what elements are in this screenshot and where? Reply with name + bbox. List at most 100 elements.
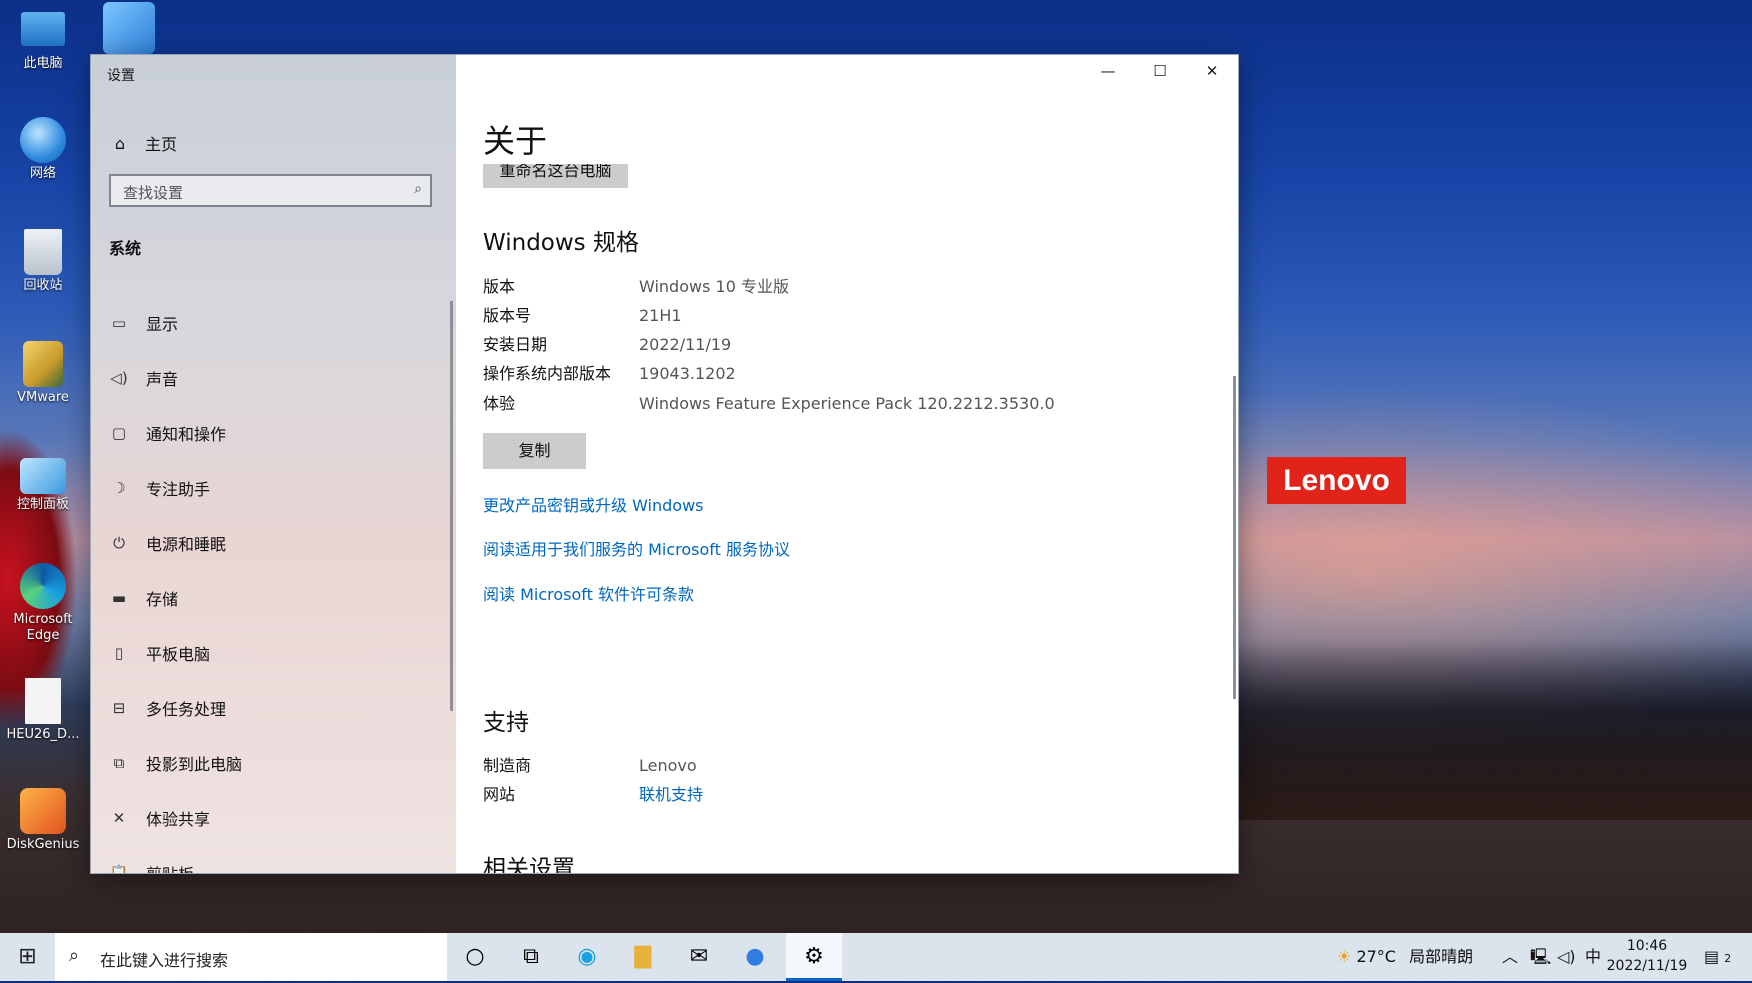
desktop-icon-vmware[interactable]: VMware xyxy=(0,341,86,406)
window-controls: — ☐ ✕ xyxy=(1082,55,1238,87)
project-icon: ⧉ xyxy=(113,753,125,772)
storage-icon: ▬ xyxy=(111,588,127,607)
search-icon: ⌕ xyxy=(69,945,80,966)
sidebar-home[interactable]: ⌂ 主页 xyxy=(109,127,177,159)
lenovo-logo: Lenovo xyxy=(1267,457,1406,504)
weather-temp: 27°C xyxy=(1356,947,1396,966)
sidebar-item-clipboard[interactable]: 📋剪贴板 xyxy=(91,845,456,874)
page-title: 关于 xyxy=(483,122,548,160)
mail-icon: ✉ xyxy=(689,944,709,969)
folder-icon: ▇ xyxy=(634,944,652,969)
support-title: 支持 xyxy=(483,710,529,736)
notification-icon: ▢ xyxy=(111,423,127,442)
service-agreement-link[interactable]: 阅读适用于我们服务的 Microsoft 服务协议 xyxy=(483,536,790,560)
start-button[interactable]: ⊞ xyxy=(0,933,55,981)
minimize-button[interactable]: — xyxy=(1082,55,1134,87)
desktop-icon-heu-file[interactable]: HEU26_D... xyxy=(0,678,86,743)
search-placeholder: 查找设置 xyxy=(123,184,184,202)
sidebar-item-focus-assist[interactable]: ☽ 专注助手 xyxy=(91,460,456,515)
sidebar-item-notifications[interactable]: ▢ 通知和操作 xyxy=(91,405,456,460)
spec-row-version: 版本号 21H1 xyxy=(483,306,682,325)
weather-sun-cloud-icon: ☀ xyxy=(1337,947,1352,966)
sidebar-home-label: 主页 xyxy=(145,135,178,154)
sidebar-item-shared-experiences[interactable]: ✕ 体验共享 xyxy=(91,790,456,845)
edge-icon: ◉ xyxy=(577,944,597,969)
weather-widget[interactable]: ☀ 27°C 局部晴朗 xyxy=(1337,933,1473,981)
task-view-icon: ⧉ xyxy=(523,944,539,969)
taskbar-edge[interactable]: ◉ xyxy=(559,933,615,981)
sidebar-item-storage[interactable]: ▬ 存储 xyxy=(91,570,456,625)
multitask-icon: ⊟ xyxy=(112,698,126,717)
gear-icon: ⚙ xyxy=(804,944,824,969)
power-icon: ⏻ xyxy=(113,533,125,552)
taskbar-settings[interactable]: ⚙ xyxy=(786,933,842,981)
sidebar-item-project[interactable]: ⧉ 投影到此电脑 xyxy=(91,735,456,790)
notification-count: 2 xyxy=(1724,952,1732,965)
home-icon: ⌂ xyxy=(114,133,126,153)
main-scrollbar[interactable] xyxy=(1233,376,1236,699)
settings-window: 设置 ⌂ 主页 查找设置 ⌕ 系统 ▭ 显示 ◁) 声音 ▢ 通知和操作 ☽ 专注助手 … xyxy=(91,55,1238,873)
desktop-icon-diskgenius[interactable]: DiskGenius xyxy=(0,788,86,853)
installer-app-icon[interactable] xyxy=(103,2,155,54)
desktop-icon-edge[interactable]: Microsoft Edge xyxy=(0,563,86,644)
task-view-button[interactable]: ⧉ xyxy=(503,933,559,981)
taskbar-mail[interactable]: ✉ xyxy=(671,933,727,981)
file-icon xyxy=(25,678,61,724)
sidebar-item-tablet[interactable]: ▯ 平板电脑 xyxy=(91,625,456,680)
desktop-icon-network[interactable]: 网络 xyxy=(0,117,86,182)
license-terms-link[interactable]: 阅读 Microsoft 软件许可条款 xyxy=(483,581,694,605)
notification-center-button[interactable]: ▤ 2 xyxy=(1704,933,1731,981)
support-row-manufacturer: 制造商 Lenovo xyxy=(483,756,697,775)
recycle-bin-icon xyxy=(24,229,62,275)
sidebar-category-title: 系统 xyxy=(109,239,142,258)
taskbar-app-l[interactable]: ● xyxy=(727,933,783,981)
desktop-icon-control-panel[interactable]: 控制面板 xyxy=(0,458,86,513)
sidebar-item-power-sleep[interactable]: ⏻ 电源和睡眠 xyxy=(91,515,456,570)
speaker-icon: ◁) xyxy=(1557,947,1576,966)
clock-date: 2022/11/19 xyxy=(1606,958,1688,974)
change-product-key-link[interactable]: 更改产品密钥或升级 Windows xyxy=(483,492,704,516)
sidebar-item-multitasking[interactable]: ⊟ 多任务处理 xyxy=(91,680,456,735)
desktop-icon-this-pc[interactable]: 此电脑 xyxy=(0,6,86,72)
search-icon: ⌕ xyxy=(414,181,422,197)
settings-sidebar: 设置 ⌂ 主页 查找设置 ⌕ 系统 ▭ 显示 ◁) 声音 ▢ 通知和操作 ☽ 专注助手 … xyxy=(91,55,456,873)
spec-row-install-date: 安装日期 2022/11/19 xyxy=(483,335,732,354)
share-icon: ✕ xyxy=(112,808,126,827)
network-tray-button[interactable]: 🖳 xyxy=(1530,933,1551,981)
cortana-button[interactable]: ○ xyxy=(447,933,503,981)
related-settings-title: 相关设置 xyxy=(483,856,575,873)
sidebar-nav: ▭ 显示 ◁) 声音 ▢ 通知和操作 ☽ 专注助手 ⏻ 电源和睡眠 ▬ 存储 ▯ 平板电脑 ⊟… xyxy=(91,295,456,874)
taskbar-search-box[interactable]: ⌕ 在此键入进行搜索 xyxy=(55,933,447,981)
network-icon: 🖳 xyxy=(1530,947,1552,966)
clock-time: 10:46 xyxy=(1626,938,1668,954)
taskbar: ⊞ ⌕ 在此键入进行搜索 ○ ⧉ ◉ ▇ ✉ ● ⚙ ☀ 27°C 局部晴朗 ︿… xyxy=(0,933,1752,981)
sidebar-item-sound[interactable]: ◁) 声音 xyxy=(91,350,456,405)
sidebar-item-display[interactable]: ▭ 显示 xyxy=(91,295,456,350)
close-button[interactable]: ✕ xyxy=(1186,55,1238,87)
weather-desc: 局部晴朗 xyxy=(1409,947,1474,966)
online-support-link[interactable]: 联机支持 xyxy=(639,780,703,809)
copy-button[interactable]: 复制 xyxy=(483,433,586,469)
sidebar-scrollbar[interactable] xyxy=(450,301,453,711)
blue-l-app-icon: ● xyxy=(745,944,765,969)
vmware-user-icon xyxy=(23,341,63,387)
chevron-up-icon: ︿ xyxy=(1502,947,1519,966)
taskbar-file-explorer[interactable]: ▇ xyxy=(615,933,671,981)
desktop-icon-recycle-bin[interactable]: 回收站 xyxy=(0,229,86,294)
taskbar-clock[interactable]: 10:46 2022/11/19 xyxy=(1601,936,1693,976)
support-row-website: 网站 联机支持 xyxy=(483,780,703,809)
network-globe-icon xyxy=(20,117,66,163)
cortana-circle-icon: ○ xyxy=(465,944,485,969)
wallpaper-shore xyxy=(1238,640,1752,820)
spec-row-edition: 版本 Windows 10 专业版 xyxy=(483,277,789,296)
clipboard-icon: 📋 xyxy=(109,863,129,874)
maximize-button[interactable]: ☐ xyxy=(1134,55,1186,87)
rename-pc-button[interactable]: 重命名这台电脑 xyxy=(483,164,628,188)
speaker-icon: ◁) xyxy=(110,368,128,387)
show-hidden-icons-button[interactable]: ︿ xyxy=(1502,933,1518,981)
volume-tray-button[interactable]: ◁) xyxy=(1557,933,1576,981)
ime-indicator[interactable]: 中 xyxy=(1585,933,1601,981)
settings-search-input[interactable]: 查找设置 ⌕ xyxy=(109,174,432,207)
monitor-icon: ▭ xyxy=(111,313,127,332)
moon-icon: ☽ xyxy=(112,478,126,497)
